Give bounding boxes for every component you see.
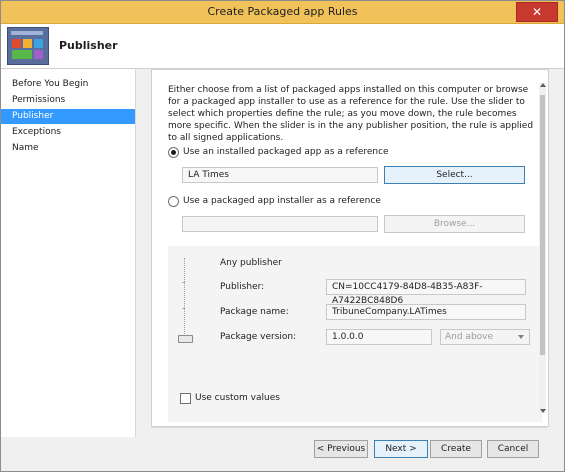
specificity-slider-thumb[interactable] (178, 335, 193, 343)
previous-button[interactable]: < Previous (314, 440, 368, 458)
slider-panel: Any publisher Publisher: CN=10CC4179-84D… (168, 246, 542, 422)
custom-values-checkbox[interactable] (180, 393, 191, 404)
installed-app-field: LA Times (182, 167, 378, 183)
sidebar-item-permissions[interactable]: Permissions (1, 93, 135, 108)
create-button[interactable]: Create (430, 440, 482, 458)
window-title: Create Packaged app Rules (207, 5, 358, 18)
package-name-label: Package name: (220, 307, 289, 317)
page-title: Publisher (59, 39, 118, 52)
package-name-field: TribuneCompany.LATimes (326, 304, 526, 320)
content-scrollbar[interactable] (539, 83, 546, 413)
installed-app-radio-label: Use an installed packaged app as a refer… (183, 147, 389, 157)
sidebar-item-publisher[interactable]: Publisher (1, 109, 135, 124)
installer-radio[interactable] (168, 196, 179, 207)
installer-path-field (182, 216, 378, 232)
dialog-window: Create Packaged app Rules ✕ Publisher Be… (0, 0, 565, 472)
version-condition-value: And above (445, 332, 494, 342)
installer-radio-label: Use a packaged app installer as a refere… (183, 196, 381, 206)
scroll-up-arrow-icon[interactable] (540, 83, 546, 87)
scroll-down-arrow-icon[interactable] (540, 409, 546, 413)
custom-values-label: Use custom values (195, 393, 280, 403)
version-condition-dropdown: And above (440, 329, 530, 345)
sidebar-item-name[interactable]: Name (1, 141, 135, 156)
title-bar: Create Packaged app Rules ✕ (1, 1, 564, 24)
publisher-label: Publisher: (220, 282, 265, 292)
package-version-field: 1.0.0.0 (326, 329, 432, 345)
publisher-field: CN=10CC4179-84D8-4B35-A83F-A7422BC848D6 (326, 279, 526, 306)
package-version-label: Package version: (220, 332, 297, 342)
next-button[interactable]: Next > (374, 440, 428, 458)
browse-button: Browse... (384, 215, 525, 233)
chevron-down-icon (518, 335, 524, 339)
select-button[interactable]: Select... (384, 166, 525, 184)
any-publisher-label: Any publisher (220, 258, 282, 268)
footer-divider (151, 427, 547, 428)
close-button[interactable]: ✕ (516, 2, 558, 22)
instructions-text: Either choose from a list of packaged ap… (168, 85, 534, 143)
page-header: Publisher (1, 24, 564, 69)
wizard-steps-sidebar: Before You Begin Permissions Publisher E… (1, 69, 136, 437)
scroll-thumb[interactable] (540, 95, 545, 355)
specificity-slider-track[interactable] (184, 258, 186, 336)
installed-app-radio[interactable] (168, 147, 179, 158)
cancel-button[interactable]: Cancel (487, 440, 539, 458)
sidebar-item-before-you-begin[interactable]: Before You Begin (1, 77, 135, 92)
main-content: Either choose from a list of packaged ap… (151, 69, 549, 427)
sidebar-item-exceptions[interactable]: Exceptions (1, 125, 135, 140)
packaged-app-icon (7, 27, 49, 65)
